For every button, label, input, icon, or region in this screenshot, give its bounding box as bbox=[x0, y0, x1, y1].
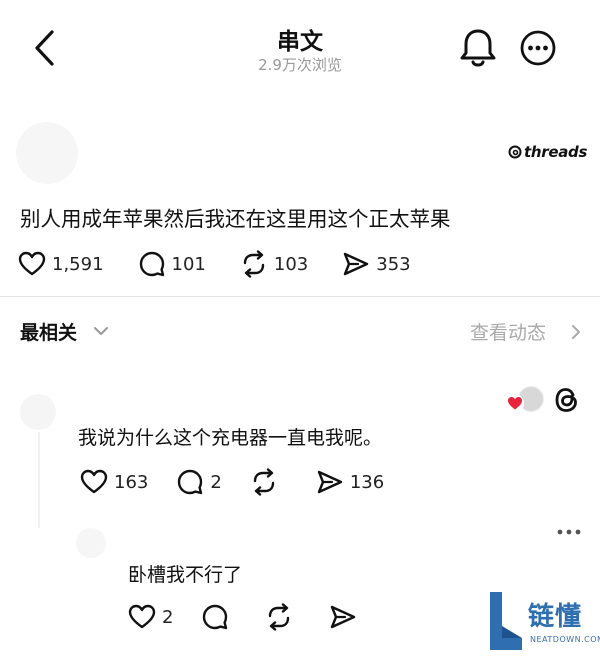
send-icon bbox=[331, 605, 356, 629]
view-activity-link[interactable]: 查看动态 bbox=[470, 318, 546, 345]
more-options-button[interactable] bbox=[518, 28, 558, 68]
reply-actions: 2 bbox=[128, 603, 391, 631]
post-like-button[interactable]: 1,591 bbox=[18, 251, 104, 277]
heart-icon bbox=[128, 604, 156, 629]
comment-share-button[interactable]: 136 bbox=[316, 469, 384, 495]
reply-like-count: 2 bbox=[162, 606, 174, 628]
heart-icon bbox=[18, 251, 46, 276]
post-text: 别人用成年苹果然后我还在这里用这个正太苹果 bbox=[20, 207, 451, 231]
repost-icon bbox=[269, 603, 290, 631]
watermark-logo-icon bbox=[486, 588, 526, 654]
post-repost-button[interactable]: 103 bbox=[240, 250, 308, 278]
post-reply-count: 101 bbox=[171, 253, 206, 275]
threads-logo-icon bbox=[508, 145, 522, 159]
comment-actions: 163 2 136 bbox=[80, 468, 418, 496]
watermark-site: NEATDOWN.COM bbox=[530, 635, 600, 644]
notification-button[interactable] bbox=[458, 26, 498, 70]
post-author-avatar[interactable] bbox=[16, 122, 78, 184]
bell-icon bbox=[460, 29, 496, 67]
reply-more-button[interactable] bbox=[556, 527, 582, 537]
post-reply-button[interactable]: 101 bbox=[138, 250, 206, 278]
reply-author-avatar[interactable] bbox=[76, 528, 106, 558]
comment-like-count: 163 bbox=[114, 471, 149, 493]
comment-share-count: 136 bbox=[349, 471, 385, 493]
more-dots-circle-icon bbox=[520, 30, 556, 66]
repost-icon bbox=[253, 468, 275, 496]
send-icon bbox=[344, 252, 369, 276]
comment-reply-button[interactable]: 2 bbox=[176, 468, 222, 496]
comment-bubble-icon bbox=[139, 251, 164, 277]
post-actions: 1,591 101 103 353 bbox=[18, 250, 445, 278]
comment-repost-button[interactable] bbox=[250, 468, 278, 496]
divider bbox=[0, 296, 600, 297]
reply-reply-button[interactable] bbox=[201, 603, 229, 631]
reply-repost-button[interactable] bbox=[265, 603, 293, 631]
comment-reply-count: 2 bbox=[210, 471, 222, 493]
post-like-count: 1,591 bbox=[52, 253, 104, 275]
comment-like-button[interactable]: 163 bbox=[80, 469, 148, 495]
repost-icon bbox=[243, 250, 265, 278]
comment-bubble-icon bbox=[203, 604, 228, 630]
comment-text: 我说为什么这个充电器一直电我呢。 bbox=[78, 427, 383, 449]
liked-by-author-indicator bbox=[506, 386, 546, 414]
threads-brand-text: threads bbox=[524, 143, 588, 161]
page-title: 串文 bbox=[277, 29, 323, 55]
send-icon bbox=[317, 470, 343, 494]
post-share-button[interactable]: 353 bbox=[342, 251, 411, 277]
post-share-count: 353 bbox=[376, 253, 411, 275]
view-count: 2.9万次浏览 bbox=[258, 56, 342, 74]
reply-share-button[interactable] bbox=[329, 604, 357, 630]
liked-heart-badge bbox=[506, 394, 524, 412]
more-dots-icon bbox=[557, 529, 581, 535]
watermark-text: 链懂 bbox=[528, 602, 583, 632]
reply-like-button[interactable]: 2 bbox=[128, 604, 173, 630]
threads-badge: threads bbox=[508, 143, 587, 161]
chevron-down-icon[interactable] bbox=[92, 324, 110, 338]
threads-logo-icon bbox=[552, 384, 582, 416]
reply-text: 卧槽我不行了 bbox=[128, 564, 243, 586]
post-repost-count: 103 bbox=[273, 253, 309, 275]
thread-connector-line bbox=[38, 432, 40, 528]
sort-dropdown[interactable]: 最相关 bbox=[20, 318, 77, 345]
heart-icon bbox=[80, 469, 108, 494]
red-heart-icon bbox=[508, 397, 522, 410]
chevron-right-icon[interactable] bbox=[570, 324, 582, 340]
comment-bubble-icon bbox=[178, 469, 203, 495]
comment-author-avatar[interactable] bbox=[20, 394, 56, 430]
